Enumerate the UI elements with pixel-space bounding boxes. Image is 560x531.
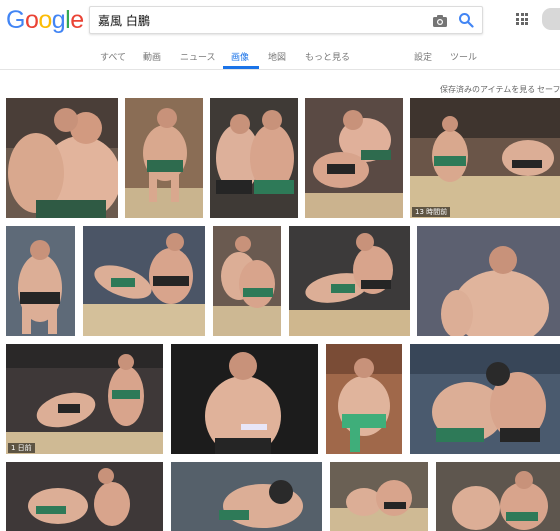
search-icon[interactable]	[458, 12, 474, 28]
camera-icon[interactable]	[432, 13, 448, 27]
image-result[interactable]: 13 時間前	[410, 98, 560, 218]
tab-all[interactable]: すべて	[100, 50, 126, 63]
avatar[interactable]	[542, 8, 560, 30]
active-tab-indicator	[223, 66, 259, 69]
apps-icon[interactable]	[516, 13, 528, 25]
image-result[interactable]	[171, 462, 322, 531]
image-result[interactable]	[330, 462, 428, 531]
tab-images[interactable]: 画像	[231, 50, 249, 63]
tab-videos[interactable]: 動画	[143, 50, 161, 63]
image-result[interactable]	[410, 344, 560, 454]
image-result[interactable]: 1 日前	[6, 344, 163, 454]
image-result[interactable]	[83, 226, 205, 336]
image-result[interactable]	[6, 462, 163, 531]
image-result[interactable]	[289, 226, 410, 336]
image-result[interactable]	[213, 226, 281, 336]
tab-more[interactable]: もっと見る	[305, 50, 350, 63]
saved-items-link[interactable]: 保存済みのアイテムを見る	[440, 84, 535, 95]
image-result[interactable]	[305, 98, 403, 218]
google-logo[interactable]: Google	[6, 6, 84, 34]
image-result[interactable]	[417, 226, 560, 336]
search-input[interactable]: 嘉風 白鵬	[98, 12, 150, 29]
tab-maps[interactable]: 地図	[268, 50, 286, 63]
image-age-label: 13 時間前	[412, 207, 451, 217]
image-result[interactable]	[436, 462, 560, 531]
image-age-label: 1 日前	[8, 443, 35, 453]
image-result[interactable]	[6, 226, 75, 336]
image-result[interactable]	[210, 98, 298, 218]
image-result[interactable]	[6, 98, 118, 218]
tab-settings[interactable]: 設定	[414, 50, 432, 63]
image-result[interactable]	[326, 344, 402, 454]
safesearch-link[interactable]: セーフ	[537, 84, 560, 95]
image-result[interactable]	[171, 344, 318, 454]
tab-tools[interactable]: ツール	[450, 50, 477, 63]
search-box[interactable]: 嘉風 白鵬	[89, 6, 483, 34]
image-result[interactable]	[125, 98, 203, 218]
tab-news[interactable]: ニュース	[180, 50, 216, 63]
top-bar: Google 嘉風 白鵬 すべて 動画 ニュース 画像 地図 もっと見る 設定 …	[0, 0, 560, 70]
